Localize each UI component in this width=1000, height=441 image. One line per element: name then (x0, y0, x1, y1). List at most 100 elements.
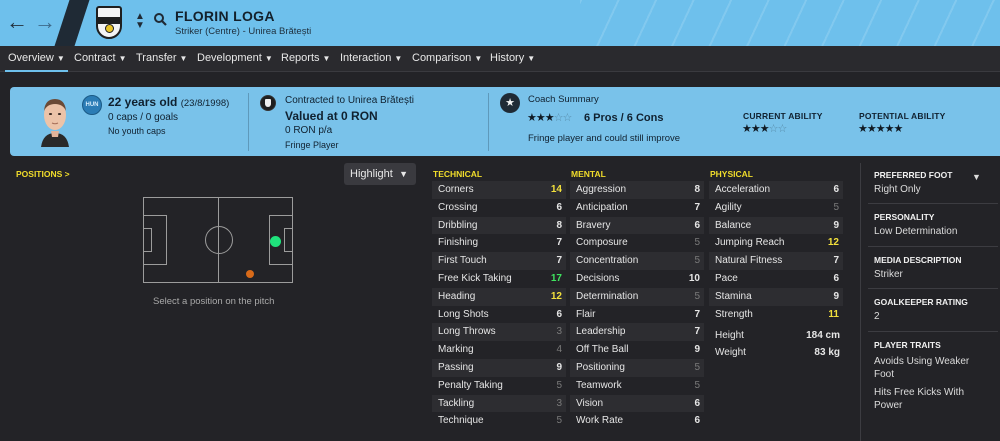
attribute-row[interactable]: Bravery 6 (570, 216, 704, 235)
attribute-row[interactable]: First Touch 7 (432, 252, 566, 270)
attribute-row[interactable]: Heading 12 (432, 287, 566, 306)
forward-arrow-icon[interactable]: → (34, 10, 56, 34)
attribute-row[interactable]: Stamina 9 (709, 287, 843, 306)
attribute-row[interactable]: Tackling 3 (432, 394, 566, 413)
attribute-row[interactable]: Jumping Reach 12 (709, 234, 843, 252)
player-position-club: Striker (Centre) - Unirea Brătești (175, 26, 312, 37)
star-filled-icon: ★ (544, 112, 555, 124)
attribute-row[interactable]: Crossing 6 (432, 199, 566, 217)
star-empty-icon: ☆ (553, 112, 564, 124)
tab-interaction[interactable]: Interaction ▼ (340, 52, 402, 64)
attribute-name: Determination (576, 290, 639, 302)
nationality-flag-icon[interactable]: HUN (82, 95, 102, 115)
player-trait[interactable]: Hits Free Kicks With Power (874, 386, 984, 412)
star-filled-icon: ★ (858, 123, 868, 135)
media-description-value: Striker (874, 269, 903, 280)
chevron-down-icon: ▼ (179, 54, 188, 63)
tab-contract[interactable]: Contract ▼ (74, 52, 127, 64)
attribute-row[interactable]: Aggression 8 (570, 181, 704, 199)
attribute-row[interactable]: Corners 14 (432, 181, 566, 199)
header-stripes-decoration (580, 0, 1000, 46)
attribute-name: Heading (438, 290, 476, 302)
positions-link[interactable]: POSITIONS > (16, 169, 70, 179)
chevron-down-icon: ▼ (399, 169, 408, 179)
position-pitch[interactable] (143, 197, 293, 283)
attribute-row[interactable]: Agility 5 (709, 199, 843, 217)
player-profile-screen: ← → ▲ ▼ FLORIN LOGA Striker (Centre) - Un… (0, 0, 1000, 441)
player-face-avatar (41, 99, 69, 147)
attribute-name: Natural Fitness (715, 255, 783, 267)
attribute-row[interactable]: Teamwork 5 (570, 377, 704, 395)
attribute-row[interactable]: Penalty Taking 5 (432, 377, 566, 395)
coach-summary-text: Fringe player and could still improve (528, 133, 681, 144)
club-badge-icon[interactable] (260, 95, 276, 111)
attribute-name: Off The Ball (576, 344, 629, 356)
attribute-row[interactable]: Natural Fitness 7 (709, 252, 843, 270)
tab-development[interactable]: Development ▼ (197, 52, 273, 64)
side-panel-separator (868, 331, 998, 332)
attribute-name: Finishing (438, 237, 479, 249)
highlight-dropdown[interactable]: Highlight ▼ (344, 163, 416, 185)
attribute-row[interactable]: Technique 5 (432, 412, 566, 430)
attribute-value: 5 (694, 361, 700, 373)
star-filled-icon: ★ (866, 123, 877, 135)
attribute-row[interactable]: Decisions 10 (570, 270, 704, 288)
attribute-name: Teamwork (576, 379, 622, 391)
attribute-row[interactable]: Determination 5 (570, 287, 704, 306)
attribute-name: Agility (715, 201, 742, 213)
secondary-position-marker[interactable] (246, 270, 254, 278)
attribute-row[interactable]: Work Rate 6 (570, 412, 704, 430)
tab-comparison[interactable]: Comparison ▼ (412, 52, 482, 64)
attribute-row[interactable]: Passing 9 (432, 358, 566, 377)
chevron-down-icon: ▼ (118, 54, 127, 63)
star-filled-icon: ★ (527, 112, 537, 124)
side-panel-divider (860, 163, 861, 441)
attribute-value: 5 (694, 290, 700, 302)
attribute-row[interactable]: Off The Ball 9 (570, 341, 704, 359)
tab-transfer[interactable]: Transfer ▼ (136, 52, 187, 64)
attribute-row[interactable]: Free Kick Taking 17 (432, 270, 566, 288)
attribute-value: 5 (694, 379, 700, 391)
search-icon[interactable] (153, 12, 167, 26)
attribute-row[interactable]: Balance 9 (709, 216, 843, 235)
star-filled-icon: ★ (884, 123, 895, 135)
back-arrow-icon[interactable]: ← (6, 10, 28, 34)
attribute-row[interactable]: Dribbling 8 (432, 216, 566, 235)
chevron-down-icon: ▼ (527, 54, 536, 63)
attribute-row[interactable]: Anticipation 7 (570, 199, 704, 217)
star-filled-icon: ★ (893, 123, 904, 135)
attribute-row[interactable]: Acceleration 6 (709, 181, 843, 199)
attribute-row[interactable]: Long Shots 6 (432, 306, 566, 324)
attribute-name: Vision (576, 397, 604, 409)
potential-ability-stars: ★★★★★ (858, 122, 904, 135)
attribute-name: Stamina (715, 290, 752, 302)
star-empty-icon: ☆ (768, 123, 779, 135)
attribute-row[interactable]: Leadership 7 (570, 323, 704, 342)
coach-pros-cons[interactable]: 6 Pros / 6 Cons (584, 112, 663, 124)
player-trait[interactable]: Avoids Using Weaker Foot (874, 355, 984, 381)
tab-reports[interactable]: Reports ▼ (281, 52, 330, 64)
attribute-row[interactable]: Flair 7 (570, 306, 704, 324)
natural-position-marker[interactable] (270, 236, 281, 247)
player-wage: 0 RON p/a (285, 125, 333, 136)
player-dob: (23/8/1998) (180, 98, 230, 109)
attribute-row[interactable]: Concentration 5 (570, 252, 704, 270)
attribute-row[interactable]: Finishing 7 (432, 234, 566, 252)
attribute-row[interactable]: Vision 6 (570, 394, 704, 413)
current-ability-label: CURRENT ABILITY (743, 111, 823, 121)
chevron-up-down-icon[interactable]: ▲ ▼ (135, 12, 145, 31)
weight-label: Weight (715, 347, 746, 358)
attribute-row[interactable]: Marking 4 (432, 341, 566, 359)
club-crest-icon[interactable] (96, 6, 122, 39)
contract-club[interactable]: Contracted to Unirea Brătești (285, 95, 414, 106)
attribute-row[interactable]: Pace 6 (709, 270, 843, 288)
attribute-row[interactable]: Strength 11 (709, 306, 843, 324)
attribute-name: Acceleration (715, 184, 771, 195)
height-label: Height (715, 330, 744, 341)
tab-history[interactable]: History ▼ (490, 52, 535, 64)
attribute-row[interactable]: Long Throws 3 (432, 323, 566, 342)
chevron-down-icon[interactable]: ▼ (972, 172, 981, 182)
attribute-row[interactable]: Positioning 5 (570, 358, 704, 377)
tab-overview[interactable]: Overview ▼ (5, 52, 68, 72)
attribute-row[interactable]: Composure 5 (570, 234, 704, 252)
